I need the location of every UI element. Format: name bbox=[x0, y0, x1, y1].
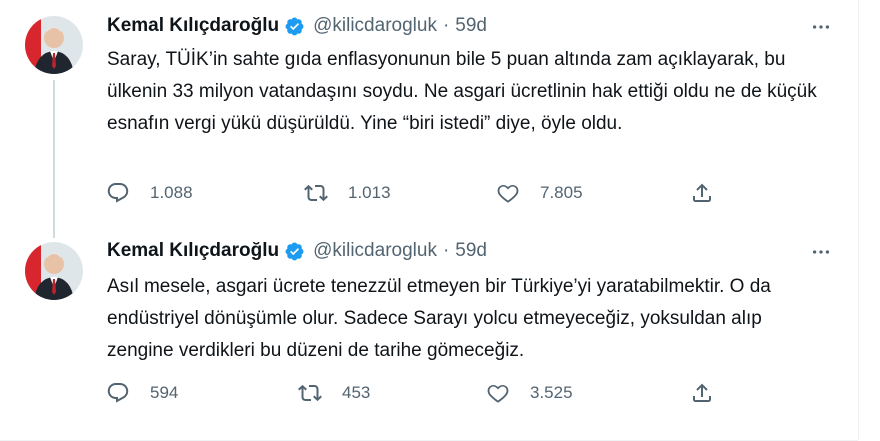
tweet-actions: 594 453 3.525 bbox=[0, 377, 858, 409]
like-icon bbox=[487, 384, 509, 403]
tweet-text: Asıl mesele, asgari ücrete tenezzül etme… bbox=[107, 276, 771, 361]
tweet-actions: 1.088 1.013 7.805 bbox=[0, 177, 858, 209]
reply-button[interactable]: 594 bbox=[106, 377, 178, 409]
thread-line bbox=[53, 80, 55, 238]
avatar[interactable] bbox=[25, 16, 83, 74]
retweet-button[interactable]: 453 bbox=[298, 377, 370, 409]
retweet-icon bbox=[298, 384, 322, 402]
timestamp[interactable]: 59d bbox=[455, 15, 487, 37]
tweet-text: Saray, TÜİK’in sahte gıda enflasyonunun … bbox=[107, 49, 817, 134]
tweet[interactable]: Kemal Kılıçdaroğlu @kilicdarogluk · 59d … bbox=[0, 225, 858, 441]
like-count: 3.525 bbox=[530, 383, 573, 402]
like-icon bbox=[497, 184, 519, 203]
author-handle[interactable]: @kilicdarogluk bbox=[313, 15, 437, 37]
author-name[interactable]: Kemal Kılıçdaroğlu bbox=[107, 240, 279, 262]
verified-badge-icon bbox=[285, 242, 304, 260]
retweet-count: 1.013 bbox=[348, 183, 391, 202]
tweet[interactable]: Kemal Kılıçdaroğlu @kilicdarogluk · 59d … bbox=[0, 0, 858, 238]
separator: · bbox=[442, 15, 450, 36]
verified-badge-icon bbox=[285, 17, 304, 35]
more-icon[interactable] bbox=[808, 14, 834, 40]
reply-count: 1.088 bbox=[150, 183, 193, 202]
reply-icon bbox=[107, 383, 129, 403]
author-handle[interactable]: @kilicdarogluk bbox=[313, 240, 437, 262]
retweet-icon bbox=[304, 184, 328, 202]
more-icon[interactable] bbox=[808, 239, 834, 265]
like-button[interactable]: 3.525 bbox=[486, 377, 573, 409]
reply-count: 594 bbox=[150, 383, 179, 402]
timestamp[interactable]: 59d bbox=[455, 240, 487, 262]
share-icon bbox=[693, 383, 711, 402]
tweet-header: Kemal Kılıçdaroğlu @kilicdarogluk · 59d bbox=[107, 237, 487, 265]
separator: · bbox=[442, 240, 450, 261]
tweet-header: Kemal Kılıçdaroğlu @kilicdarogluk · 59d bbox=[107, 12, 487, 40]
retweet-button[interactable]: 1.013 bbox=[304, 177, 391, 209]
avatar[interactable] bbox=[25, 242, 83, 300]
like-count: 7.805 bbox=[540, 183, 583, 202]
share-icon bbox=[693, 183, 711, 202]
author-name[interactable]: Kemal Kılıçdaroğlu bbox=[107, 15, 279, 37]
timeline: Kemal Kılıçdaroğlu @kilicdarogluk · 59d … bbox=[0, 0, 859, 441]
retweet-count: 453 bbox=[342, 383, 371, 402]
like-button[interactable]: 7.805 bbox=[496, 177, 583, 209]
share-button[interactable] bbox=[690, 177, 714, 209]
reply-icon bbox=[107, 183, 129, 203]
share-button[interactable] bbox=[690, 377, 714, 409]
reply-button[interactable]: 1.088 bbox=[106, 177, 193, 209]
